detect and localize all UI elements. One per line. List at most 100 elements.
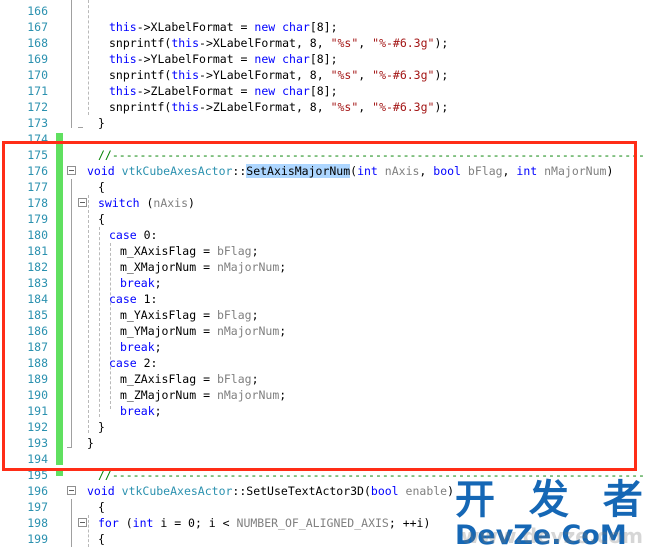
- code-line[interactable]: void vtkCubeAxesActor::SetUseTextActor3D…: [87, 483, 454, 499]
- code-line[interactable]: {: [98, 179, 105, 195]
- code-line[interactable]: this->ZLabelFormat = new char[8];: [109, 83, 338, 99]
- code-line[interactable]: this->XLabelFormat = new char[8];: [109, 19, 338, 35]
- code-line[interactable]: {: [98, 499, 105, 515]
- code-line[interactable]: snprintf(this->ZLabelFormat, 8, "%s", "%…: [109, 99, 448, 115]
- code-token: snprintf(: [109, 100, 172, 114]
- code-line[interactable]: //--------------------------------------…: [98, 467, 646, 483]
- code-token: new: [254, 20, 276, 34]
- code-token: ->YLabelFormat, 8,: [199, 68, 331, 82]
- code-token: m_YMajorNum =: [120, 324, 217, 338]
- code-token: enable: [405, 484, 448, 498]
- code-line[interactable]: m_ZAxisFlag = bFlag;: [120, 371, 259, 387]
- code-line[interactable]: //--------------------------------------…: [98, 147, 646, 163]
- code-line[interactable]: m_XAxisFlag = bFlag;: [120, 243, 259, 259]
- code-line[interactable]: m_YAxisFlag = bFlag;: [120, 307, 259, 323]
- code-line[interactable]: case 0:: [109, 227, 157, 243]
- code-token: ;: [279, 324, 287, 338]
- code-token: );: [434, 36, 449, 50]
- code-line[interactable]: }: [87, 435, 94, 451]
- code-token: {: [98, 500, 105, 514]
- code-line[interactable]: }: [98, 419, 105, 435]
- fold-collapse-icon[interactable]: [67, 166, 76, 175]
- line-number: 191: [27, 404, 48, 418]
- fold-collapse-icon[interactable]: [67, 486, 76, 495]
- code-token: ;: [154, 276, 162, 290]
- code-token: bFlag: [216, 244, 252, 258]
- code-token: "%s": [330, 100, 359, 114]
- code-line[interactable]: break;: [120, 275, 162, 291]
- code-token: nMajorNum: [544, 164, 607, 178]
- fold-end-marker: [67, 447, 72, 448]
- code-token: new: [254, 52, 276, 66]
- code-token: ,: [358, 68, 373, 82]
- code-token: snprintf(: [109, 68, 172, 82]
- fold-end-marker: [78, 127, 83, 128]
- code-line[interactable]: switch (nAxis): [98, 195, 195, 211]
- code-token: for: [98, 516, 119, 530]
- code-token: ->ZLabelFormat, 8,: [199, 100, 331, 114]
- line-number: 172: [27, 100, 48, 114]
- code-token: //--------------------------------------…: [98, 148, 646, 162]
- code-line[interactable]: case 2:: [109, 355, 157, 371]
- code-line[interactable]: this->YLabelFormat = new char[8];: [109, 51, 338, 67]
- code-token: vtkCubeAxesActor: [121, 164, 233, 178]
- fold-collapse-icon[interactable]: [78, 518, 87, 527]
- indent-guide: [88, 0, 89, 115]
- line-number: 194: [27, 452, 48, 466]
- code-line[interactable]: snprintf(this->YLabelFormat, 8, "%s", "%…: [109, 67, 448, 83]
- code-token: nMajorNum: [216, 388, 280, 402]
- code-token: this: [109, 84, 137, 98]
- code-token: switch: [98, 196, 140, 210]
- line-number: 176: [27, 164, 48, 178]
- code-token: bool: [433, 164, 461, 178]
- line-number: 175: [27, 148, 48, 162]
- code-token: "%s": [330, 68, 359, 82]
- code-token: ::: [232, 484, 247, 498]
- selected-token: SetAxisMajorNum: [246, 164, 351, 178]
- code-token: nMajorNum: [216, 324, 280, 338]
- code-token: ;: [279, 388, 287, 402]
- code-line[interactable]: m_XMajorNum = nMajorNum;: [120, 259, 286, 275]
- code-token: SetUseTextActor3D(: [246, 484, 371, 498]
- code-token: ,: [419, 164, 434, 178]
- code-line[interactable]: {: [98, 531, 105, 547]
- code-token: vtkCubeAxesActor: [121, 484, 233, 498]
- code-line[interactable]: }: [98, 115, 105, 131]
- line-number: 174: [27, 132, 48, 146]
- line-number: 180: [27, 228, 48, 242]
- code-line[interactable]: m_YMajorNum = nMajorNum;: [120, 323, 286, 339]
- code-token: i = 0; i <: [153, 516, 237, 530]
- code-line[interactable]: m_ZMajorNum = nMajorNum;: [120, 387, 286, 403]
- watermark-chinese-text: 开 发 者: [455, 477, 646, 523]
- code-token: nAxis: [153, 196, 189, 210]
- code-line[interactable]: case 1:: [109, 291, 157, 307]
- code-line[interactable]: break;: [120, 339, 162, 355]
- fold-collapse-icon[interactable]: [78, 198, 87, 207]
- code-line[interactable]: {: [98, 211, 105, 227]
- code-token: ::: [232, 164, 247, 178]
- code-token: new: [254, 84, 276, 98]
- code-token: }: [87, 436, 94, 450]
- code-token: "%-#6.3g": [372, 36, 435, 50]
- unsaved-change-bar: [56, 133, 63, 465]
- code-token: ->YLabelFormat =: [136, 52, 255, 66]
- code-line[interactable]: void vtkCubeAxesActor::SetAxisMajorNum(i…: [87, 163, 613, 179]
- code-token: 1:: [136, 292, 158, 306]
- code-token: ->XLabelFormat, 8,: [199, 36, 331, 50]
- indent-guide: [88, 195, 89, 433]
- indent-guide: [110, 243, 111, 409]
- code-token: ;: [154, 340, 162, 354]
- code-line[interactable]: break;: [120, 403, 162, 419]
- code-token: bool: [370, 484, 399, 498]
- scope-guide: [71, 0, 72, 128]
- line-number: 182: [27, 260, 48, 274]
- code-line[interactable]: for (int i = 0; i < NUMBER_OF_ALIGNED_AX…: [98, 515, 430, 531]
- line-number: 185: [27, 308, 48, 322]
- line-number: 178: [27, 196, 48, 210]
- code-line[interactable]: snprintf(this->XLabelFormat, 8, "%s", "%…: [109, 35, 448, 51]
- code-token: ,: [358, 100, 373, 114]
- code-token: [8];: [309, 84, 338, 98]
- line-number: 171: [27, 84, 48, 98]
- code-token: snprintf(: [109, 36, 172, 50]
